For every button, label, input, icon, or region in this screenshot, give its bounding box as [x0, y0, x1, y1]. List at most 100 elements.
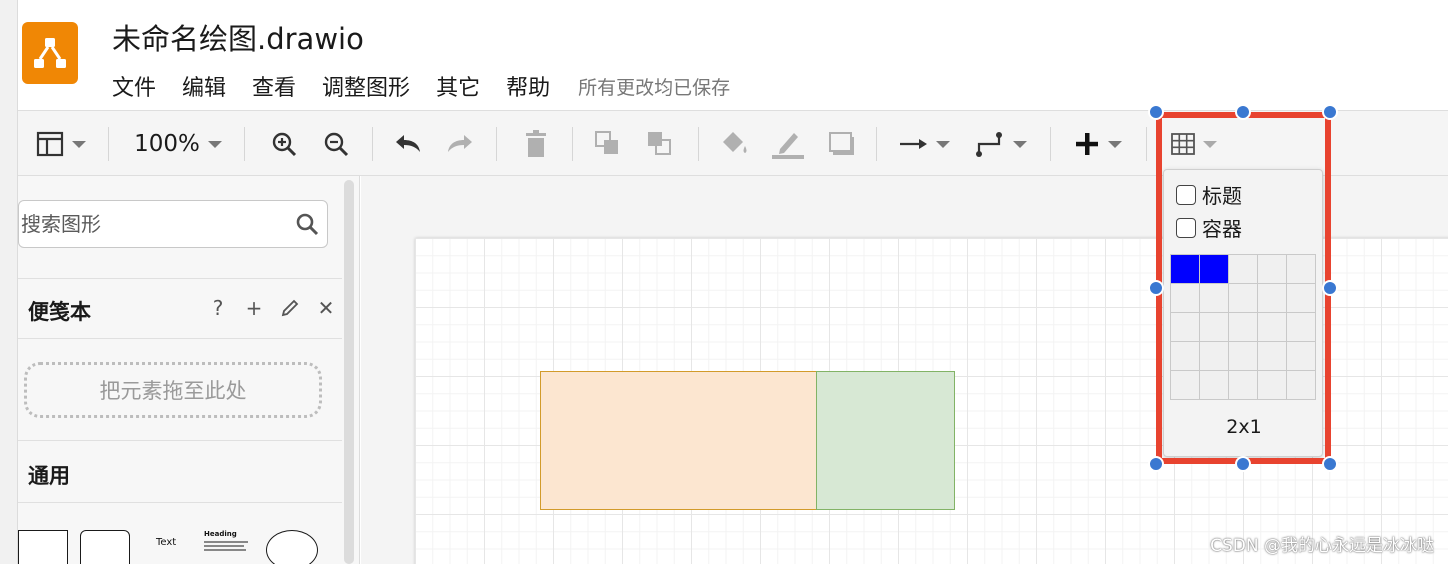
format-panel-button[interactable] [30, 111, 92, 177]
table-size-cell[interactable] [1258, 371, 1287, 400]
table-size-cell[interactable] [1229, 255, 1258, 284]
menu-arrange[interactable]: 调整图形 [322, 70, 410, 102]
sidebar-divider [18, 278, 342, 279]
sidebar-scrollbar-thumb[interactable] [344, 180, 354, 564]
heading-shape[interactable]: Heading [204, 530, 250, 551]
right-cell-shape[interactable] [816, 371, 955, 510]
pencil-icon[interactable] [280, 298, 300, 318]
menu-file[interactable]: 文件 [112, 70, 156, 102]
waypoints-dropdown[interactable] [970, 111, 1032, 177]
save-status: 所有更改均已保存 [578, 76, 731, 99]
to-front-button[interactable] [588, 111, 628, 177]
table-size-cell[interactable] [1287, 313, 1316, 342]
table-size-cell[interactable] [1258, 284, 1287, 313]
connection-style-dropdown[interactable] [894, 111, 954, 177]
table-size-cell[interactable] [1287, 371, 1316, 400]
toolbar-divider [108, 127, 109, 161]
toolbar-divider [572, 127, 573, 161]
table-size-cell[interactable] [1171, 313, 1200, 342]
text-shape[interactable]: Text [156, 537, 176, 548]
zoom-out-button[interactable] [316, 111, 356, 177]
header-option[interactable]: 标题 [1176, 180, 1242, 209]
scratchpad-title[interactable]: 便笺本 [28, 296, 91, 326]
container-option[interactable]: 容器 [1176, 213, 1242, 242]
chevron-down-icon [1013, 140, 1027, 148]
menu-help[interactable]: 帮助 [506, 70, 550, 102]
rectangle-shape[interactable] [18, 530, 68, 564]
table-size-cell[interactable] [1229, 371, 1258, 400]
header-checkbox[interactable] [1176, 184, 1196, 205]
help-icon[interactable]: ? [208, 296, 228, 320]
sidebar-divider [18, 440, 342, 441]
shape-search [18, 200, 328, 248]
table-insert-popup: 标题 容器 2x1 [1163, 169, 1323, 457]
table-size-picker[interactable] [1170, 254, 1316, 400]
menu-edit[interactable]: 编辑 [182, 70, 226, 102]
to-back-button[interactable] [640, 111, 680, 177]
redo-button[interactable] [440, 111, 480, 177]
drawio-logo [22, 22, 78, 84]
toolbar-divider [1146, 127, 1147, 161]
watermark: CSDN @我的心永远是冰冰哒 [1210, 536, 1434, 556]
close-icon[interactable]: ✕ [316, 296, 336, 320]
table-size-cell[interactable] [1171, 371, 1200, 400]
table-size-cell[interactable] [1229, 342, 1258, 371]
connection-icon [900, 139, 927, 149]
resize-handle [1322, 280, 1338, 296]
table-size-cell[interactable] [1287, 284, 1316, 313]
line-color-button[interactable] [766, 111, 810, 177]
document-title[interactable]: 未命名绘图.drawio [112, 16, 364, 58]
ellipse-shape[interactable] [266, 530, 318, 564]
table-size-cell[interactable] [1287, 255, 1316, 284]
table-size-cell[interactable] [1171, 255, 1200, 284]
resize-handle [1148, 456, 1164, 472]
search-icon[interactable] [295, 212, 319, 236]
table-size-cell[interactable] [1200, 371, 1229, 400]
toolbar-divider [372, 127, 373, 161]
shadow-icon [829, 132, 854, 155]
table-size-cell[interactable] [1200, 342, 1229, 371]
insert-dropdown[interactable] [1068, 111, 1128, 177]
zoom-in-button[interactable] [264, 111, 304, 177]
table-size-cell[interactable] [1171, 284, 1200, 313]
rounded-rectangle-shape[interactable] [80, 530, 130, 564]
toolbar-divider [698, 127, 699, 161]
table-size-cell[interactable] [1258, 342, 1287, 371]
add-icon[interactable]: + [244, 296, 264, 320]
fill-color-icon [723, 132, 747, 153]
table-size-cell[interactable] [1171, 342, 1200, 371]
table-dropdown[interactable] [1164, 111, 1224, 177]
table-size-cell[interactable] [1229, 284, 1258, 313]
table-size-cell[interactable] [1200, 313, 1229, 342]
delete-button[interactable] [516, 111, 556, 177]
left-cell-shape[interactable] [540, 371, 817, 510]
menu-extras[interactable]: 其它 [436, 70, 480, 102]
resize-handle [1148, 280, 1164, 296]
format-panel-icon [36, 131, 64, 157]
scratchpad-dropzone[interactable]: 把元素拖至此处 [24, 362, 322, 418]
undo-button[interactable] [388, 111, 428, 177]
container-checkbox[interactable] [1176, 217, 1196, 238]
general-title[interactable]: 通用 [28, 460, 70, 490]
heading-shape-title: Heading [204, 530, 237, 538]
insert-plus-icon [1076, 133, 1098, 155]
table-size-cell[interactable] [1287, 342, 1316, 371]
delete-icon [526, 130, 546, 157]
table-size-cell[interactable] [1258, 313, 1287, 342]
table-size-cell[interactable] [1229, 313, 1258, 342]
fill-color-button[interactable] [714, 111, 754, 177]
resize-handle [1322, 456, 1338, 472]
heading-shape-line [204, 541, 248, 543]
table-size-cell[interactable] [1200, 255, 1229, 284]
menu-view[interactable]: 查看 [252, 70, 296, 102]
table-size-cell[interactable] [1258, 255, 1287, 284]
zoom-dropdown[interactable]: 100% [128, 111, 228, 177]
shapes-sidebar: 便笺本 ? + ✕ 把元素拖至此处 通用 Text Heading [18, 176, 360, 564]
chevron-down-icon [72, 140, 86, 148]
line-color-icon [772, 133, 804, 159]
toolbar-divider [876, 127, 877, 161]
heading-shape-line [204, 549, 246, 551]
shadow-button[interactable] [822, 111, 862, 177]
search-input[interactable] [21, 201, 291, 247]
table-size-cell[interactable] [1200, 284, 1229, 313]
